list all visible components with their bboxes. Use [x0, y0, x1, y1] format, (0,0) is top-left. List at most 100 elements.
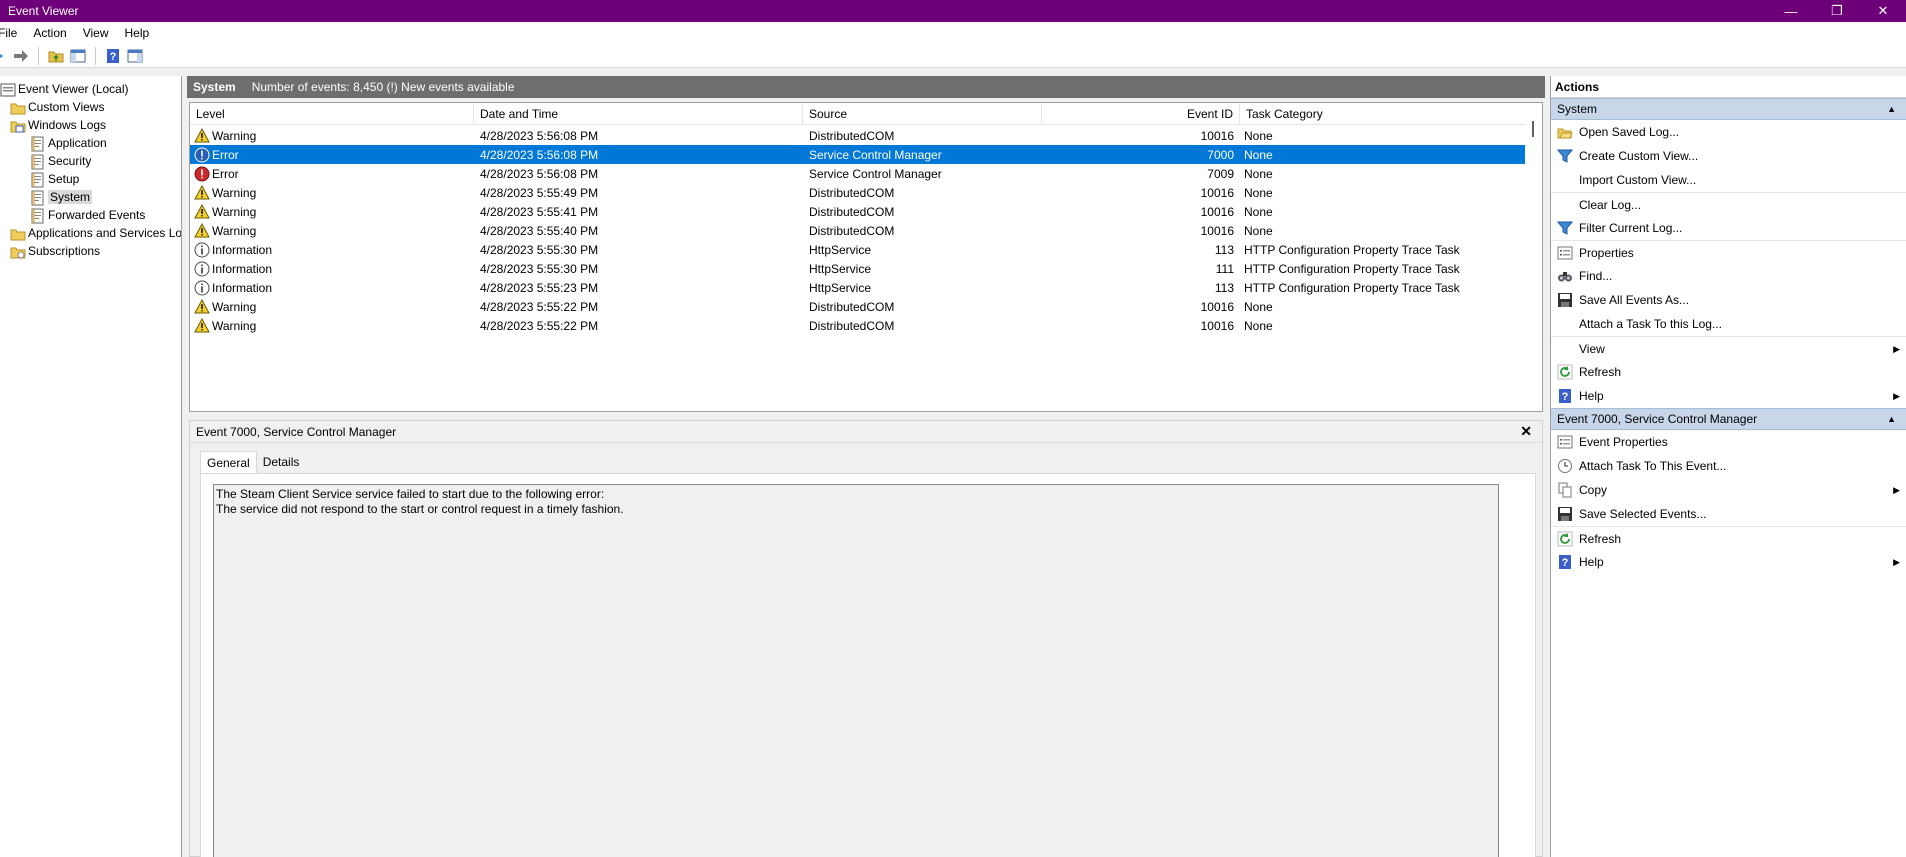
actions-section-header[interactable]: Event 7000, Service Control Manager ▲ [1551, 408, 1906, 430]
event-level: Warning [194, 316, 460, 335]
toolbar: ? [0, 44, 1906, 68]
event-row[interactable]: Warning 4/28/2023 5:55:40 PM DistributedCO… [190, 221, 1526, 240]
maximize-button[interactable]: ❐ [1814, 0, 1860, 22]
action-help[interactable]: ? Help ▶ [1551, 550, 1906, 574]
tree-item-application[interactable]: Application [0, 134, 181, 152]
action-pane-icon [127, 49, 143, 62]
event-date: 4/28/2023 5:55:40 PM [480, 223, 599, 238]
action-filter-current-log[interactable]: Filter Current Log... [1551, 216, 1906, 240]
tree-item-windows-logs[interactable]: Windows Logs [0, 116, 181, 134]
action-find[interactable]: Find... [1551, 264, 1906, 288]
event-level: Information [194, 240, 460, 259]
event-row[interactable]: Warning 4/28/2023 5:55:41 PM DistributedCO… [190, 202, 1526, 221]
column-header-source[interactable]: Source [803, 103, 1042, 125]
action-label: Filter Current Log... [1579, 221, 1683, 235]
collapse-up-icon[interactable]: ▲ [1887, 414, 1896, 424]
show-hide-action-pane-button[interactable] [124, 46, 146, 66]
event-row[interactable]: Warning 4/28/2023 5:56:08 PM DistributedCO… [190, 126, 1526, 145]
action-save-all-events-as[interactable]: Save All Events As... [1551, 288, 1906, 312]
action-open-saved-log[interactable]: Open Saved Log... [1551, 120, 1906, 144]
tree-item-applications-and-services-lo[interactable]: Applications and Services Lo [0, 224, 181, 242]
action-copy[interactable]: Copy ▶ [1551, 478, 1906, 502]
help-toolbar-button[interactable]: ? [102, 46, 124, 66]
tree-item-label: Custom Views [28, 100, 105, 114]
actions-section-header[interactable]: System ▲ [1551, 98, 1906, 120]
event-source: Service Control Manager [809, 147, 942, 162]
event-id: 10016 [1200, 128, 1234, 143]
action-create-custom-view[interactable]: Create Custom View... [1551, 144, 1906, 168]
tree-item-label: Event Viewer (Local) [18, 82, 129, 96]
tree-item-forwarded-events[interactable]: Forwarded Events [0, 206, 181, 224]
event-row[interactable]: Information 4/28/2023 5:55:30 PM HttpServi… [190, 240, 1526, 259]
column-header-date[interactable]: Date and Time [474, 103, 803, 125]
event-level-text: Warning [212, 204, 257, 219]
action-save-selected-events[interactable]: Save Selected Events... [1551, 502, 1906, 526]
action-import-custom-view[interactable]: Import Custom View... [1551, 168, 1906, 192]
general-tab-body: The Steam Client Service service failed … [200, 473, 1536, 857]
tree-item-event-viewer-local[interactable]: Event Viewer (Local) [0, 80, 181, 98]
information-icon [194, 242, 210, 258]
action-event-properties[interactable]: Event Properties [1551, 430, 1906, 454]
forward-button[interactable] [10, 46, 32, 66]
tree-item-setup[interactable]: Setup [0, 170, 181, 188]
properties-icon [1557, 245, 1573, 261]
action-view[interactable]: View ▶ [1551, 336, 1906, 360]
tree-item-custom-views[interactable]: Custom Views [0, 98, 181, 116]
event-source: DistributedCOM [809, 318, 895, 333]
tab-general[interactable]: General [200, 451, 257, 473]
filter-icon [1556, 148, 1574, 164]
action-label: Save All Events As... [1579, 293, 1690, 307]
scrollbar-thumb[interactable] [1532, 121, 1534, 137]
menu-action[interactable]: Action [25, 26, 74, 40]
minimize-button[interactable]: — [1768, 0, 1814, 22]
event-row[interactable]: Error 4/28/2023 5:56:08 PM Service Control… [190, 145, 1526, 164]
event-date: 4/28/2023 5:55:30 PM [480, 242, 599, 257]
action-help[interactable]: ? Help ▶ [1551, 384, 1906, 408]
actions-title: Actions [1551, 76, 1906, 98]
tree-item-system[interactable]: System [0, 188, 181, 206]
tree-item-label: Security [48, 154, 92, 168]
tree-item-subscriptions[interactable]: Subscriptions [0, 242, 181, 260]
event-description[interactable]: The Steam Client Service service failed … [213, 484, 1499, 857]
event-row[interactable]: Information 4/28/2023 5:55:30 PM HttpServi… [190, 259, 1526, 278]
event-date: 4/28/2023 5:55:23 PM [480, 280, 599, 295]
action-refresh[interactable]: Refresh [1551, 360, 1906, 384]
up-folder-button[interactable] [45, 46, 67, 66]
close-detail-button[interactable]: ✕ [1520, 423, 1532, 440]
close-window-button[interactable]: ✕ [1860, 0, 1906, 22]
event-level: Error [194, 164, 460, 183]
event-date: 4/28/2023 5:56:08 PM [480, 147, 599, 162]
action-clear-log[interactable]: Clear Log... [1551, 192, 1906, 216]
action-properties[interactable]: Properties [1551, 240, 1906, 264]
submenu-arrow-icon: ▶ [1893, 344, 1900, 354]
back-button[interactable] [0, 46, 10, 66]
description-line: The service did not respond to the start… [216, 502, 624, 516]
column-header-event-id[interactable]: Event ID [1042, 103, 1240, 125]
action-attach-a-task-to-this-log[interactable]: Attach a Task To this Log... [1551, 312, 1906, 336]
menu-file[interactable]: File [0, 26, 25, 40]
action-label: Find... [1579, 269, 1613, 283]
event-row[interactable]: Error 4/28/2023 5:56:08 PM Service Control… [190, 164, 1526, 183]
collapse-up-icon[interactable]: ▲ [1887, 104, 1896, 114]
event-row[interactable]: Warning 4/28/2023 5:55:22 PM DistributedCO… [190, 316, 1526, 335]
description-line: The Steam Client Service service failed … [216, 487, 605, 501]
column-header-task-category[interactable]: Task Category [1240, 103, 1526, 125]
action-attach-task-to-this-event[interactable]: Attach Task To This Event... [1551, 454, 1906, 478]
menu-view[interactable]: View [75, 26, 117, 40]
warning-icon [194, 184, 210, 200]
event-row[interactable]: Warning 4/28/2023 5:55:49 PM DistributedCO… [190, 183, 1526, 202]
menu-help[interactable]: Help [117, 26, 158, 40]
submenu-arrow-icon: ▶ [1893, 485, 1900, 495]
event-row[interactable]: Information 4/28/2023 5:55:23 PM HttpServi… [190, 278, 1526, 297]
grid-scrollbar[interactable] [1525, 103, 1542, 411]
log-icon [30, 136, 44, 152]
task-icon [1557, 458, 1573, 474]
tab-details[interactable]: Details [257, 451, 306, 473]
action-label: Refresh [1579, 531, 1622, 546]
middle-splitter[interactable] [187, 412, 1545, 420]
show-hide-tree-button[interactable] [67, 46, 89, 66]
action-refresh[interactable]: Refresh [1551, 526, 1906, 550]
tree-item-security[interactable]: Security [0, 152, 181, 170]
column-header-level[interactable]: Level [190, 103, 474, 125]
event-row[interactable]: Warning 4/28/2023 5:55:22 PM DistributedCO… [190, 297, 1526, 316]
